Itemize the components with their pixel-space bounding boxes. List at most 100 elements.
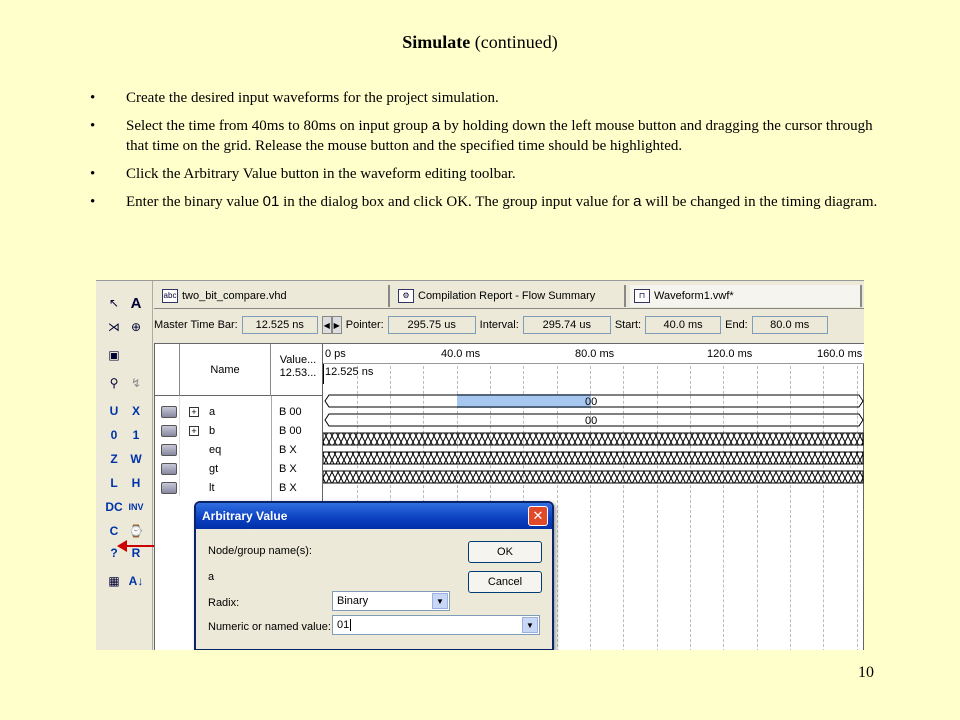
node-row-b[interactable]: + b B 00 (155, 421, 323, 440)
expand-icon[interactable]: + (189, 425, 199, 436)
snap-to-grid-icon[interactable]: ▦ (104, 571, 124, 591)
radix-label: Radix: (208, 597, 240, 609)
radix-select[interactable]: Binary ▼ (332, 591, 450, 611)
ok-button[interactable]: OK (468, 541, 542, 563)
close-icon[interactable]: ✕ (528, 506, 548, 526)
value-label: Numeric or named value: (208, 621, 331, 633)
time-ruler[interactable]: 0 ps 40.0 ms 80.0 ms 120.0 ms 160.0 ms (323, 344, 864, 364)
title-bold: Simulate (402, 32, 471, 52)
tick-label: 80.0 ms (575, 348, 615, 360)
start-field: 40.0 ms (645, 316, 722, 334)
output-pin-icon (161, 462, 177, 475)
gt-unknown-trace (323, 451, 864, 465)
selection-tool-icon[interactable]: ↖ (104, 293, 124, 313)
time-info-bar: Master Time Bar: 12.525 ns ◀ ▶ Pointer: 2… (154, 313, 864, 337)
fullscreen-icon[interactable]: ▣ (104, 345, 124, 365)
tab-compilation-report[interactable]: ⚙ Compilation Report - Flow Summary (394, 285, 626, 307)
radix-value: Binary (337, 595, 369, 607)
waveform-traces: 00 00 (323, 394, 864, 484)
value-header-line2: 12.53... (279, 367, 317, 379)
pointer-label: Pointer: (345, 319, 384, 331)
waveform-file-icon: ⊓ (634, 289, 650, 303)
weak-high-icon[interactable]: H (126, 473, 146, 493)
high-impedance-icon[interactable]: Z (104, 449, 124, 469)
forcing-unknown-icon[interactable]: X (126, 401, 146, 421)
slide-title: Simulate (continued) (0, 32, 960, 53)
bus-a-value: 00 (585, 396, 597, 408)
bus-b-value: 00 (585, 415, 597, 427)
node-name: b (209, 424, 216, 437)
expand-icon[interactable]: + (189, 406, 199, 417)
find-icon[interactable]: ⚲ (104, 373, 124, 393)
page-number: 10 (858, 664, 874, 681)
count-value-icon[interactable]: C (104, 521, 124, 541)
bullet-text: will be changed in the timing diagram. (641, 194, 878, 210)
node-row-gt[interactable]: gt B X (155, 459, 323, 478)
value-input[interactable]: 01 ▼ (332, 615, 540, 635)
node-group-label: Node/group name(s): (208, 545, 312, 557)
zoom-tool-icon[interactable]: ⊕ (126, 317, 146, 337)
sort-icon[interactable]: A↓ (126, 571, 146, 591)
output-pin-icon (161, 443, 177, 456)
invert-icon[interactable]: INV (126, 497, 146, 517)
tab-two-bit-compare[interactable]: abc two_bit_compare.vhd (158, 285, 390, 307)
tab-waveform1[interactable]: ⊓ Waveform1.vwf* (630, 285, 862, 307)
bullet-text: Enter the binary value (126, 194, 263, 210)
bullet-text: Create the desired input waveforms for t… (126, 90, 499, 106)
master-time-arrows[interactable]: ◀ ▶ (321, 316, 342, 334)
arrow-left-icon[interactable]: ◀ (321, 316, 332, 334)
node-value: B X (279, 443, 297, 456)
bullet-3: Click the Arbitrary Value button in the … (90, 164, 880, 184)
waveform-edit-toolbar: ↖ A ⋊ ⊕ ▣ ⚲ ↯ U X 0 1 Z W L H DC INV C ⌚… (96, 281, 173, 650)
tick-label: 120.0 ms (707, 348, 753, 360)
master-time-bar-field[interactable]: 12.525 ns (241, 316, 318, 334)
arrow-right-icon[interactable]: ▶ (331, 316, 342, 334)
replace-icon[interactable]: ↯ (126, 373, 146, 393)
end-field: 80.0 ms (751, 316, 828, 334)
lt-unknown-trace (323, 470, 864, 484)
chevron-down-icon[interactable]: ▼ (432, 593, 448, 609)
clock-icon[interactable]: ⌚ (126, 521, 146, 541)
bullet-code: a (431, 117, 441, 134)
bullet-2: Select the time from 40ms to 80ms on inp… (90, 116, 880, 156)
chevron-down-icon[interactable]: ▼ (522, 617, 538, 633)
value-column-header[interactable]: Value... 12.53... (273, 354, 323, 380)
forcing-high-icon[interactable]: 1 (126, 425, 146, 445)
node-value: B 00 (279, 424, 302, 437)
forcing-low-icon[interactable]: 0 (104, 425, 124, 445)
value-header-line1: Value... (279, 354, 317, 366)
bullet-list: Create the desired input waveforms for t… (90, 88, 880, 220)
node-list-header: Name Value... 12.53... (155, 344, 323, 396)
waveform-edit-tool-icon[interactable]: ⋊ (104, 317, 124, 337)
node-row-eq[interactable]: eq B X (155, 440, 323, 459)
value-text: 01 (337, 619, 350, 631)
tab-label: Compilation Report - Flow Summary (418, 290, 596, 302)
dialog-title-bar[interactable]: Arbitrary Value (196, 503, 552, 529)
vhdl-file-icon: abc (162, 289, 178, 303)
end-label: End: (725, 319, 748, 331)
node-row-a[interactable]: + a B 00 (155, 402, 323, 421)
tick-label: 0 ps (325, 348, 346, 360)
master-time-marker[interactable] (323, 364, 324, 384)
cancel-button[interactable]: Cancel (468, 571, 542, 593)
start-label: Start: (614, 319, 642, 331)
arbitrary-value-dialog: Arbitrary Value ✕ Node/group name(s): a … (194, 501, 554, 650)
master-time-marker-label: 12.525 ns (325, 366, 374, 378)
node-value: B X (279, 462, 297, 475)
node-name: lt (209, 481, 215, 494)
node-value: B X (279, 481, 297, 494)
input-pin-icon (161, 424, 177, 437)
dont-care-icon[interactable]: DC (104, 497, 124, 517)
name-column-header[interactable]: Name (179, 344, 271, 396)
weak-low-icon[interactable]: L (104, 473, 124, 493)
dialog-title: Arbitrary Value (202, 509, 288, 523)
tick-label: 160.0 ms (817, 348, 863, 360)
uninitialized-icon[interactable]: U (104, 401, 124, 421)
weak-unknown-icon[interactable]: W (126, 449, 146, 469)
text-tool-icon[interactable]: A (126, 293, 146, 313)
node-group-value: a (208, 571, 215, 583)
waveform-editor-screenshot: ↖ A ⋊ ⊕ ▣ ⚲ ↯ U X 0 1 Z W L H DC INV C ⌚… (96, 280, 864, 650)
interval-field: 295.74 us (522, 316, 611, 334)
report-icon: ⚙ (398, 289, 414, 303)
node-row-lt[interactable]: lt B X (155, 478, 323, 497)
